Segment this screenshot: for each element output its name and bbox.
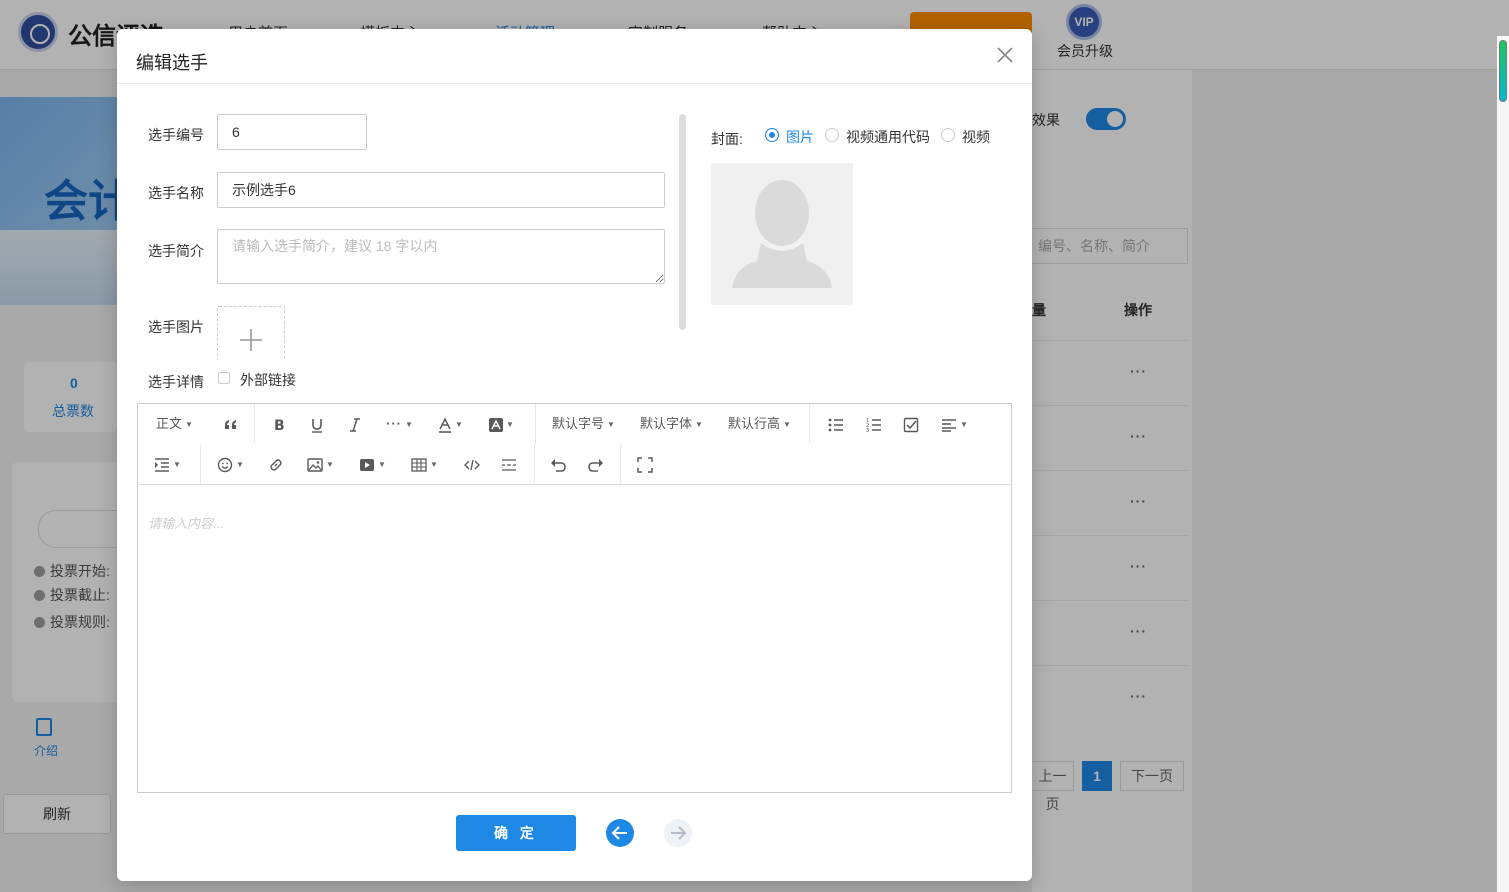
background-color-dropdown[interactable]: ▼	[489, 410, 514, 438]
emoji-dropdown[interactable]: ▼	[217, 450, 244, 478]
chevron-down-icon: ▼	[326, 459, 334, 469]
chevron-down-icon: ▼	[378, 459, 386, 469]
image-upload-button[interactable]	[217, 306, 285, 360]
chevron-down-icon: ▼	[783, 419, 791, 429]
editor-toolbar: 正文 ▼ B ··· ▼ ▼ ▼ 默认字号 ▼ 默认字体 ▼ 默认行高 ▼ 123 ▼ ▼…	[138, 404, 1011, 485]
font-family-label: 默认字体	[640, 416, 693, 431]
chevron-down-icon: ▼	[173, 459, 181, 469]
chevron-down-icon: ▼	[607, 419, 615, 429]
more-format-dropdown[interactable]: ··· ▼	[386, 410, 413, 438]
numbered-list-icon[interactable]: 123	[866, 410, 882, 438]
toolbar-divider	[809, 404, 810, 444]
toolbar-divider	[535, 404, 536, 444]
svg-text:B: B	[274, 418, 285, 433]
toolbar-divider	[534, 444, 535, 484]
number-label: 选手编号	[148, 127, 204, 143]
image-label: 选手图片	[148, 319, 204, 335]
align-dropdown[interactable]: ▼	[941, 410, 968, 438]
toolbar-divider	[620, 444, 621, 484]
line-height-dropdown[interactable]: 默认行高 ▼	[728, 410, 791, 438]
contestant-number-input[interactable]	[217, 114, 367, 150]
dialog-title: 编辑选手	[136, 53, 208, 73]
form-scrollbar[interactable]	[679, 114, 686, 330]
chevron-down-icon: ▼	[455, 419, 463, 429]
italic-icon[interactable]	[348, 410, 362, 438]
font-family-dropdown[interactable]: 默认字体 ▼	[640, 410, 703, 438]
intro-label: 选手简介	[148, 243, 204, 259]
page-scrollbar-thumb[interactable]	[1499, 40, 1507, 102]
font-size-label: 默认字号	[552, 416, 605, 431]
external-link-checkbox[interactable]	[218, 372, 230, 384]
edit-contestant-dialog: 编辑选手 选手编号 选手名称 选手简介 选手图片 选手详情 外部链接 封面: 图…	[117, 29, 1032, 881]
next-contestant-button[interactable]	[664, 819, 692, 847]
more-icon: ···	[386, 416, 402, 431]
plus-icon	[240, 329, 262, 351]
quote-icon[interactable]	[223, 410, 239, 438]
cover-video-code-radio[interactable]	[825, 128, 839, 142]
cover-image-preview[interactable]	[711, 163, 853, 305]
toolbar-divider	[254, 404, 255, 444]
chevron-down-icon: ▼	[405, 419, 413, 429]
indent-dropdown[interactable]: ▼	[154, 450, 181, 478]
font-size-dropdown[interactable]: 默认字号 ▼	[552, 410, 615, 438]
contestant-intro-textarea[interactable]	[217, 229, 665, 284]
rich-text-editor: 正文 ▼ B ··· ▼ ▼ ▼ 默认字号 ▼ 默认字体 ▼ 默认行高 ▼ 123 ▼ ▼…	[137, 403, 1012, 793]
video-dropdown[interactable]: ▼	[359, 450, 386, 478]
undo-icon[interactable]	[550, 450, 566, 478]
page-scrollbar-track[interactable]	[1497, 36, 1509, 892]
contestant-name-input[interactable]	[217, 172, 665, 208]
name-label: 选手名称	[148, 185, 204, 201]
toolbar-divider	[200, 444, 201, 484]
cover-image-radio[interactable]	[765, 128, 779, 142]
paragraph-format-dropdown[interactable]: 正文 ▼	[156, 410, 193, 438]
bold-icon[interactable]: B	[272, 410, 286, 438]
editor-placeholder: 请输入内容...	[148, 516, 224, 531]
cover-video-option[interactable]: 视频	[962, 127, 990, 147]
code-icon[interactable]	[464, 450, 480, 478]
todo-checkbox-icon[interactable]	[903, 410, 919, 438]
external-link-label[interactable]: 外部链接	[240, 370, 296, 390]
arrow-right-icon	[671, 826, 687, 840]
dialog-header: 编辑选手	[117, 29, 1032, 84]
avatar-placeholder-icon	[732, 180, 832, 288]
chevron-down-icon: ▼	[695, 419, 703, 429]
svg-text:3: 3	[866, 428, 869, 433]
table-dropdown[interactable]: ▼	[411, 450, 438, 478]
image-dropdown[interactable]: ▼	[307, 450, 334, 478]
fullscreen-icon[interactable]	[637, 450, 653, 478]
font-color-dropdown[interactable]: ▼	[438, 410, 463, 438]
redo-icon[interactable]	[588, 450, 604, 478]
chevron-down-icon: ▼	[960, 419, 968, 429]
cover-video-code-option[interactable]: 视频通用代码	[846, 127, 930, 147]
confirm-button[interactable]: 确 定	[456, 815, 576, 851]
close-icon[interactable]	[994, 44, 1016, 66]
detail-label: 选手详情	[148, 374, 204, 390]
chevron-down-icon: ▼	[185, 419, 193, 429]
divider-line-icon[interactable]	[501, 450, 517, 478]
cover-image-option[interactable]: 图片	[786, 127, 814, 147]
editor-content-area[interactable]: 请输入内容...	[138, 485, 1011, 792]
chevron-down-icon: ▼	[236, 459, 244, 469]
arrow-left-icon	[611, 826, 627, 840]
line-height-label: 默认行高	[728, 416, 781, 431]
underline-icon[interactable]	[310, 410, 324, 438]
cover-label: 封面:	[711, 131, 743, 147]
previous-contestant-button[interactable]	[606, 819, 634, 847]
chevron-down-icon: ▼	[506, 419, 514, 429]
paragraph-format-label: 正文	[156, 416, 183, 431]
link-icon[interactable]	[268, 450, 284, 478]
chevron-down-icon: ▼	[430, 459, 438, 469]
cover-video-radio[interactable]	[941, 128, 955, 142]
bulleted-list-icon[interactable]	[828, 410, 844, 438]
